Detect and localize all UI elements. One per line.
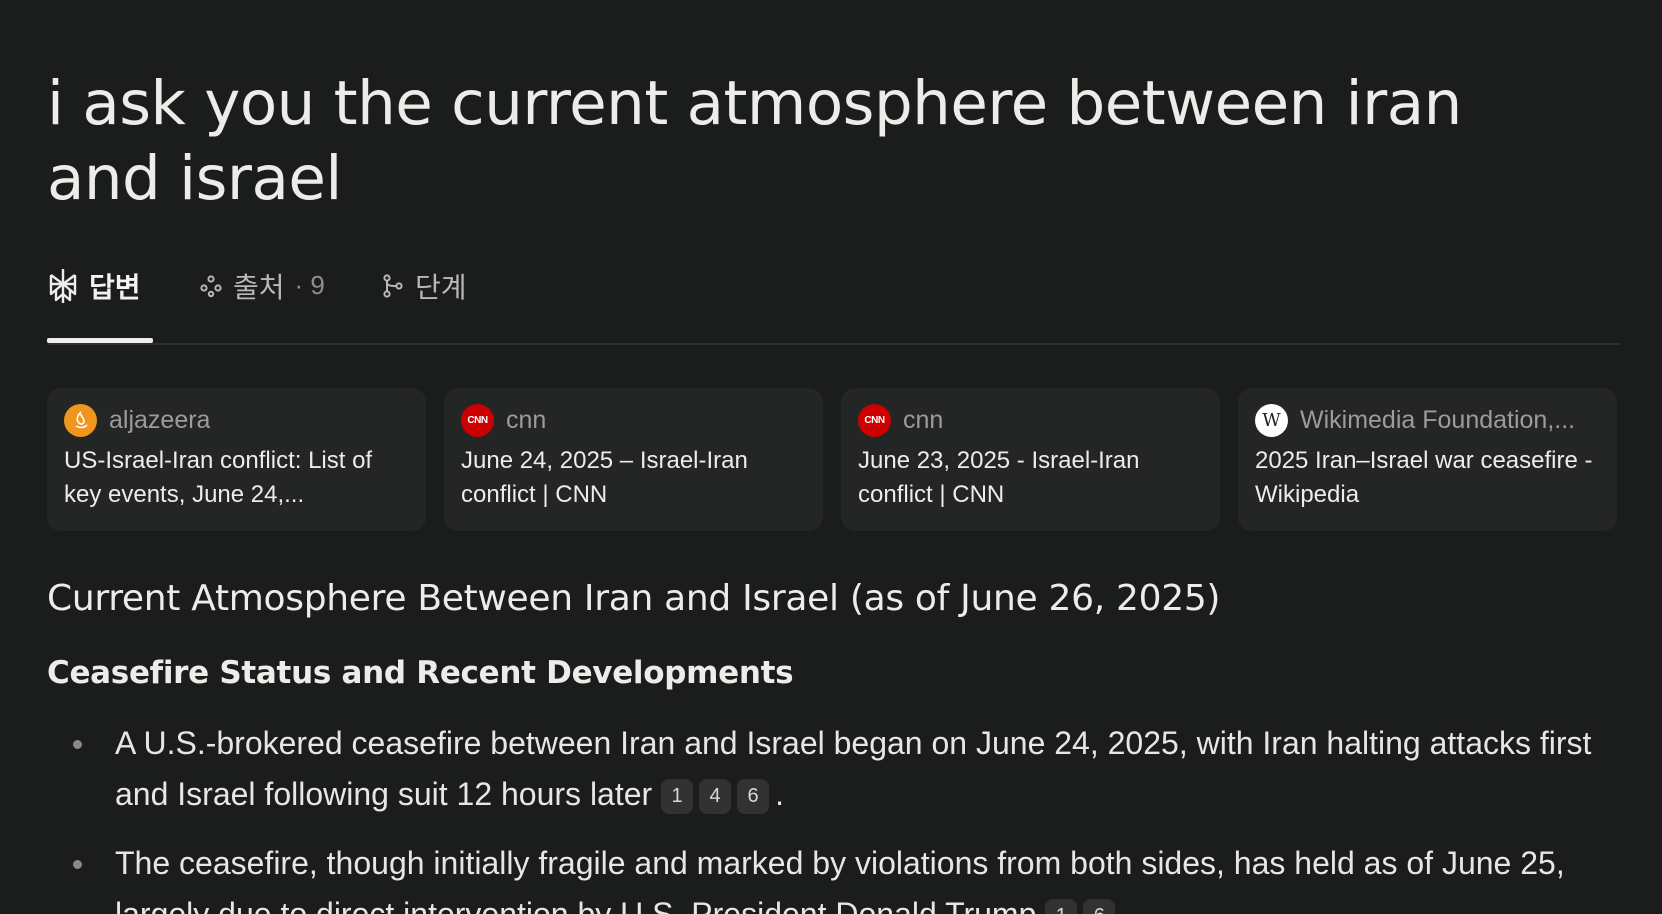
tab-answer[interactable]: 답변	[47, 262, 141, 309]
citation-badge[interactable]: 1	[1045, 898, 1078, 914]
tab-sources-label: 출처	[233, 271, 285, 303]
wikipedia-icon: W	[1255, 403, 1288, 437]
source-title: US-Israel-Iran conflict: List of key eve…	[64, 447, 373, 508]
answer-bullet-list: A U.S.-brokered ceasefire between Iran a…	[47, 718, 1620, 914]
source-title: June 24, 2025 – Israel-Iran conflict | C…	[461, 447, 748, 508]
source-name: aljazeera	[109, 405, 211, 434]
tab-steps-label: 단계	[415, 271, 467, 303]
cnn-icon: CNN	[858, 403, 891, 437]
citation-badge[interactable]: 6	[1083, 898, 1116, 914]
source-name: cnn	[506, 405, 547, 434]
result-tabs: 답변 출처 · 9 단계	[47, 262, 1620, 345]
bullet-text: The ceasefire, though initially fragile …	[115, 845, 1565, 914]
list-item: A U.S.-brokered ceasefire between Iran a…	[47, 718, 1620, 820]
citation-badge[interactable]: 4	[699, 778, 732, 814]
source-card-cnn[interactable]: CNN cnn June 23, 2025 - Israel-Iran conf…	[841, 388, 1220, 531]
citation-badge[interactable]: 6	[737, 778, 770, 814]
tab-sources-count: · 9	[294, 270, 325, 300]
answer-page: i ask you the current atmosphere between…	[0, 0, 1662, 914]
active-tab-indicator	[47, 338, 153, 343]
source-cards: aljazeera US-Israel-Iran conflict: List …	[47, 388, 1617, 531]
tab-answer-label: 답변	[89, 271, 141, 303]
tab-sources[interactable]: 출처 · 9	[199, 262, 325, 309]
source-name: Wikimedia Foundation,...	[1300, 405, 1576, 434]
sources-icon	[200, 274, 222, 297]
citation-badge[interactable]: 1	[661, 778, 694, 814]
aljazeera-icon	[64, 403, 97, 437]
bullet-text: A U.S.-brokered ceasefire between Iran a…	[115, 725, 1592, 812]
query-title: i ask you the current atmosphere between…	[47, 68, 1462, 214]
source-name: cnn	[903, 405, 944, 434]
bullet-end: .	[1121, 896, 1131, 914]
source-title: June 23, 2025 - Israel-Iran conflict | C…	[858, 447, 1140, 508]
list-item: The ceasefire, though initially fragile …	[47, 838, 1620, 914]
steps-icon	[383, 273, 403, 298]
perplexity-logo-icon	[49, 268, 77, 303]
answer-subheading: Ceasefire Status and Recent Developments	[47, 655, 794, 691]
cnn-icon: CNN	[461, 403, 494, 437]
answer-heading: Current Atmosphere Between Iran and Isra…	[47, 578, 1221, 619]
tab-steps[interactable]: 단계	[381, 262, 467, 309]
source-card-cnn[interactable]: CNN cnn June 24, 2025 – Israel-Iran conf…	[444, 388, 823, 531]
source-title: 2025 Iran–Israel war ceasefire - Wikiped…	[1255, 447, 1593, 508]
source-card-wikipedia[interactable]: W Wikimedia Foundation,... 2025 Iran–Isr…	[1238, 388, 1617, 531]
source-card-aljazeera[interactable]: aljazeera US-Israel-Iran conflict: List …	[47, 388, 426, 531]
bullet-end: .	[775, 776, 784, 812]
